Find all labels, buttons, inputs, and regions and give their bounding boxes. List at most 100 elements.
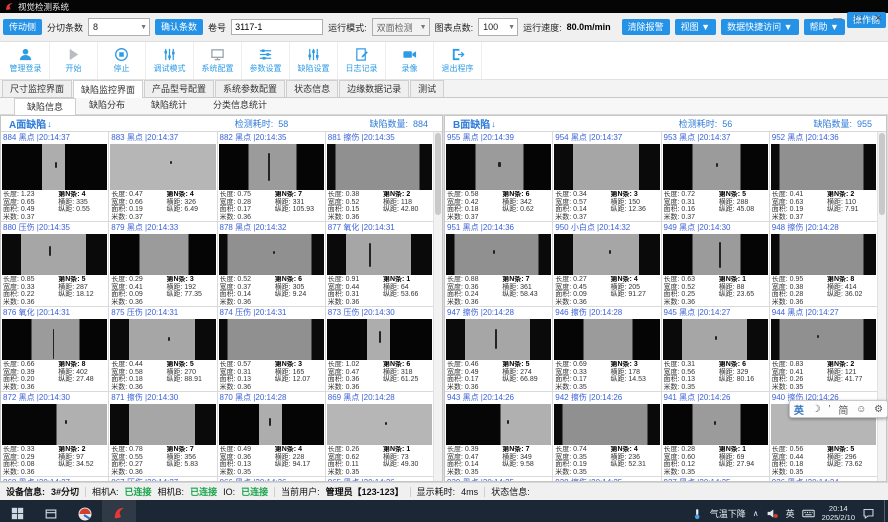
admin-login-button[interactable]: 管理登录 <box>2 42 50 79</box>
ime-emoji-icon[interactable]: ☺ <box>856 404 866 415</box>
defect-cell[interactable]: 937 黑点 |20:14:25长度: 0.35宽度: 0.43面积: 0.11… <box>662 477 770 481</box>
defect-cell[interactable]: 867 压伤 |20:14:27长度: 0.37宽度: 0.48面积: 0.12… <box>109 477 217 481</box>
clear-alarm-button[interactable]: 清除报警 <box>622 19 670 35</box>
defect-cell[interactable]: 950 小白点 |20:14:32长度: 0.27宽度: 0.45面积: 0.0… <box>553 222 661 307</box>
start-button[interactable] <box>0 500 34 522</box>
defect-cell[interactable]: 877 氧化 |20:14:31长度: 0.91宽度: 0.44面积: 0.31… <box>326 222 434 307</box>
ime-night-mode-icon[interactable]: ☽ <box>812 404 821 415</box>
close-button[interactable]: ✕ <box>874 13 882 24</box>
tab-edge-data-record[interactable]: 边缘数据记录 <box>339 80 409 97</box>
run-mode-select[interactable]: 双面检测▼ <box>372 18 430 36</box>
chart-points-select[interactable]: 100▼ <box>478 18 518 36</box>
defect-cell[interactable]: 876 氧化 |20:14:31长度: 0.66宽度: 0.39面积: 0.20… <box>1 307 109 392</box>
exit-program-button[interactable]: 退出程序 <box>434 42 482 79</box>
defect-cell[interactable]: 882 黑点 |20:14:35长度: 0.75宽度: 0.28面积: 0.17… <box>218 132 326 222</box>
defect-cell[interactable]: 872 黑点 |20:14:30长度: 0.33宽度: 0.29面积: 0.08… <box>1 392 109 477</box>
confirm-count-button[interactable]: 确认条数 <box>155 19 203 35</box>
panel-a-title[interactable]: A面缺陷 <box>9 116 46 131</box>
defect-cell[interactable]: 946 擦伤 |20:14:28长度: 0.69宽度: 0.33面积: 0.17… <box>553 307 661 392</box>
maximize-button[interactable]: ▢ <box>854 13 863 24</box>
log-record-button[interactable]: 日志记录 <box>338 42 386 79</box>
tab-size-monitor[interactable]: 尺寸监控界面 <box>2 80 72 97</box>
ime-simplified-toggle[interactable]: 简 <box>838 402 848 417</box>
tab-defect-monitor[interactable]: 缺陷监控界面 <box>73 80 143 98</box>
volume-muted-icon[interactable] <box>766 507 779 520</box>
roll-number-input[interactable] <box>231 19 323 35</box>
panel-b-detect-time: 检测耗时: 56 <box>679 117 733 130</box>
defect-cell[interactable]: 875 压伤 |20:14:31长度: 0.44宽度: 0.58面积: 0.18… <box>109 307 217 392</box>
defect-cell[interactable]: 884 黑点 |20:14:37长度: 1.23宽度: 0.65面积: 0.49… <box>1 132 109 222</box>
defect-cell[interactable]: 943 黑点 |20:14:26长度: 0.39宽度: 0.47面积: 0.14… <box>445 392 553 477</box>
defect-cell[interactable]: 868 黑点 |20:14:27长度: 0.54宽度: 0.40面积: 0.16… <box>1 477 109 481</box>
defect-cell[interactable]: 945 黑点 |20:14:27长度: 0.31宽度: 0.56面积: 0.13… <box>662 307 770 392</box>
tab-status-info[interactable]: 状态信息 <box>286 80 338 97</box>
record-video-button[interactable]: 录像 <box>386 42 434 79</box>
subtab-defect-info[interactable]: 缺陷信息 <box>14 98 76 115</box>
start-button[interactable]: 开始 <box>50 42 98 79</box>
scrollbar-thumb[interactable] <box>435 133 441 215</box>
defect-cell[interactable]: 954 黑点 |20:14:37长度: 0.34宽度: 0.57面积: 0.14… <box>553 132 661 222</box>
scrollbar-thumb[interactable] <box>879 133 885 215</box>
defect-settings-button[interactable]: 缺陷设置 <box>290 42 338 79</box>
tab-product-model-config[interactable]: 产品型号配置 <box>144 80 214 97</box>
defect-cell[interactable]: 883 黑点 |20:14:37长度: 0.47宽度: 0.66面积: 0.19… <box>109 132 217 222</box>
stop-button[interactable]: 停止 <box>98 42 146 79</box>
keyboard-icon[interactable] <box>802 507 815 520</box>
defect-cell[interactable]: 866 黑点 |20:14:26长度: 0.61宽度: 0.34面积: 0.15… <box>218 477 326 481</box>
weather-ticker[interactable]: 气温下降 <box>710 507 746 520</box>
tab-system-param-config[interactable]: 系统参数配置 <box>215 80 285 97</box>
ime-punctuation-toggle[interactable]: ’ <box>828 404 830 415</box>
panel-b-title[interactable]: B面缺陷 <box>453 116 490 131</box>
defect-cell[interactable]: 880 压伤 |20:14:35长度: 0.85宽度: 0.33面积: 0.22… <box>1 222 109 307</box>
subtab-defect-statistics[interactable]: 缺陷统计 <box>138 96 200 114</box>
main-tab-bar: 尺寸监控界面 缺陷监控界面 产品型号配置 系统参数配置 状态信息 边缘数据记录 … <box>0 80 888 98</box>
show-desktop-strip[interactable] <box>884 500 885 522</box>
defect-cell[interactable]: 936 黑点 |20:14:24长度: 0.59宽度: 0.39面积: 0.16… <box>770 477 878 481</box>
run-speed-label: 运行速度: <box>523 21 562 34</box>
panel-b-scrollbar[interactable] <box>877 132 886 481</box>
defect-cell[interactable]: 871 擦伤 |20:14:30长度: 0.78宽度: 0.55面积: 0.27… <box>109 392 217 477</box>
defect-cell[interactable]: 881 擦伤 |20:14:35长度: 0.38宽度: 0.52面积: 0.15… <box>326 132 434 222</box>
defect-cell[interactable]: 870 黑点 |20:14:28长度: 0.49宽度: 0.36面积: 0.13… <box>218 392 326 477</box>
defect-cell[interactable]: 944 黑点 |20:14:27长度: 0.83宽度: 0.41面积: 0.26… <box>770 307 878 392</box>
defect-cell[interactable]: 948 擦伤 |20:14:28长度: 0.95宽度: 0.38面积: 0.28… <box>770 222 878 307</box>
defect-cell-title: 950 小白点 |20:14:32 <box>553 222 660 234</box>
defect-cell[interactable]: 865 黑点 |20:14:26长度: 0.45宽度: 0.51面积: 0.17… <box>326 477 434 481</box>
defect-cell[interactable]: 952 黑点 |20:14:36长度: 0.41宽度: 0.63面积: 0.19… <box>770 132 878 222</box>
drive-side-button[interactable]: 传动侧 <box>3 19 42 35</box>
taskbar-active-app[interactable] <box>102 500 136 522</box>
defect-cell[interactable]: 938 擦伤 |20:14:25长度: 0.65宽度: 0.50面积: 0.23… <box>553 477 661 481</box>
view-menu-button[interactable]: 视图 ▼ <box>675 19 716 35</box>
ime-language-toggle[interactable]: 英 <box>794 402 804 417</box>
subtab-defect-distribution[interactable]: 缺陷分布 <box>76 96 138 114</box>
slit-count-select[interactable]: 8▼ <box>88 18 150 36</box>
defect-cell[interactable]: 951 黑点 |20:14:36长度: 0.88宽度: 0.36面积: 0.24… <box>445 222 553 307</box>
taskbar-app-icon[interactable] <box>68 500 102 522</box>
action-center-icon[interactable] <box>862 507 875 520</box>
system-config-button[interactable]: 系统配置 <box>194 42 242 79</box>
data-quick-access-button[interactable]: 数据快捷访问 ▼ <box>721 19 798 35</box>
defect-cell[interactable]: 869 黑点 |20:14:28长度: 0.26宽度: 0.62面积: 0.11… <box>326 392 434 477</box>
minimize-button[interactable]: — <box>833 13 842 24</box>
defect-cell[interactable]: 939 黑点 |20:14:25长度: 0.48宽度: 0.37面积: 0.13… <box>445 477 553 481</box>
defect-cell[interactable]: 879 黑点 |20:14:33长度: 0.29宽度: 0.41面积: 0.09… <box>109 222 217 307</box>
defect-cell[interactable]: 873 压伤 |20:14:30长度: 1.02宽度: 0.47面积: 0.36… <box>326 307 434 392</box>
subtab-class-info-statistics[interactable]: 分类信息统计 <box>200 96 280 114</box>
defect-cell[interactable]: 942 擦伤 |20:14:26长度: 0.74宽度: 0.35面积: 0.19… <box>553 392 661 477</box>
input-language-indicator[interactable]: 英 <box>786 507 795 520</box>
parameter-settings-button[interactable]: 参数设置 <box>242 42 290 79</box>
debug-mode-button[interactable]: 调试模式 <box>146 42 194 79</box>
defect-cell[interactable]: 874 压伤 |20:14:31长度: 0.57宽度: 0.31面积: 0.13… <box>218 307 326 392</box>
defect-cell[interactable]: 949 黑点 |20:14:30长度: 0.63宽度: 0.52面积: 0.25… <box>662 222 770 307</box>
taskbar-clock[interactable]: 20:142025/2/10 <box>822 505 855 522</box>
task-view-button[interactable] <box>34 500 68 522</box>
defect-cell[interactable]: 947 擦伤 |20:14:28长度: 0.46宽度: 0.49面积: 0.17… <box>445 307 553 392</box>
defect-cell[interactable]: 878 黑点 |20:14:32长度: 0.52宽度: 0.37面积: 0.14… <box>218 222 326 307</box>
tab-test[interactable]: 测试 <box>410 80 444 97</box>
ime-settings-icon[interactable]: ⚙ <box>874 404 883 415</box>
tray-expand-icon[interactable]: ∧ <box>753 509 759 518</box>
panel-a-scrollbar[interactable] <box>433 132 442 481</box>
defect-cell[interactable]: 953 黑点 |20:14:37长度: 0.72宽度: 0.31面积: 0.16… <box>662 132 770 222</box>
defect-cell[interactable]: 941 黑点 |20:14:26长度: 0.28宽度: 0.60面积: 0.12… <box>662 392 770 477</box>
defect-cell[interactable]: 955 黑点 |20:14:39长度: 0.58宽度: 0.42面积: 0.18… <box>445 132 553 222</box>
